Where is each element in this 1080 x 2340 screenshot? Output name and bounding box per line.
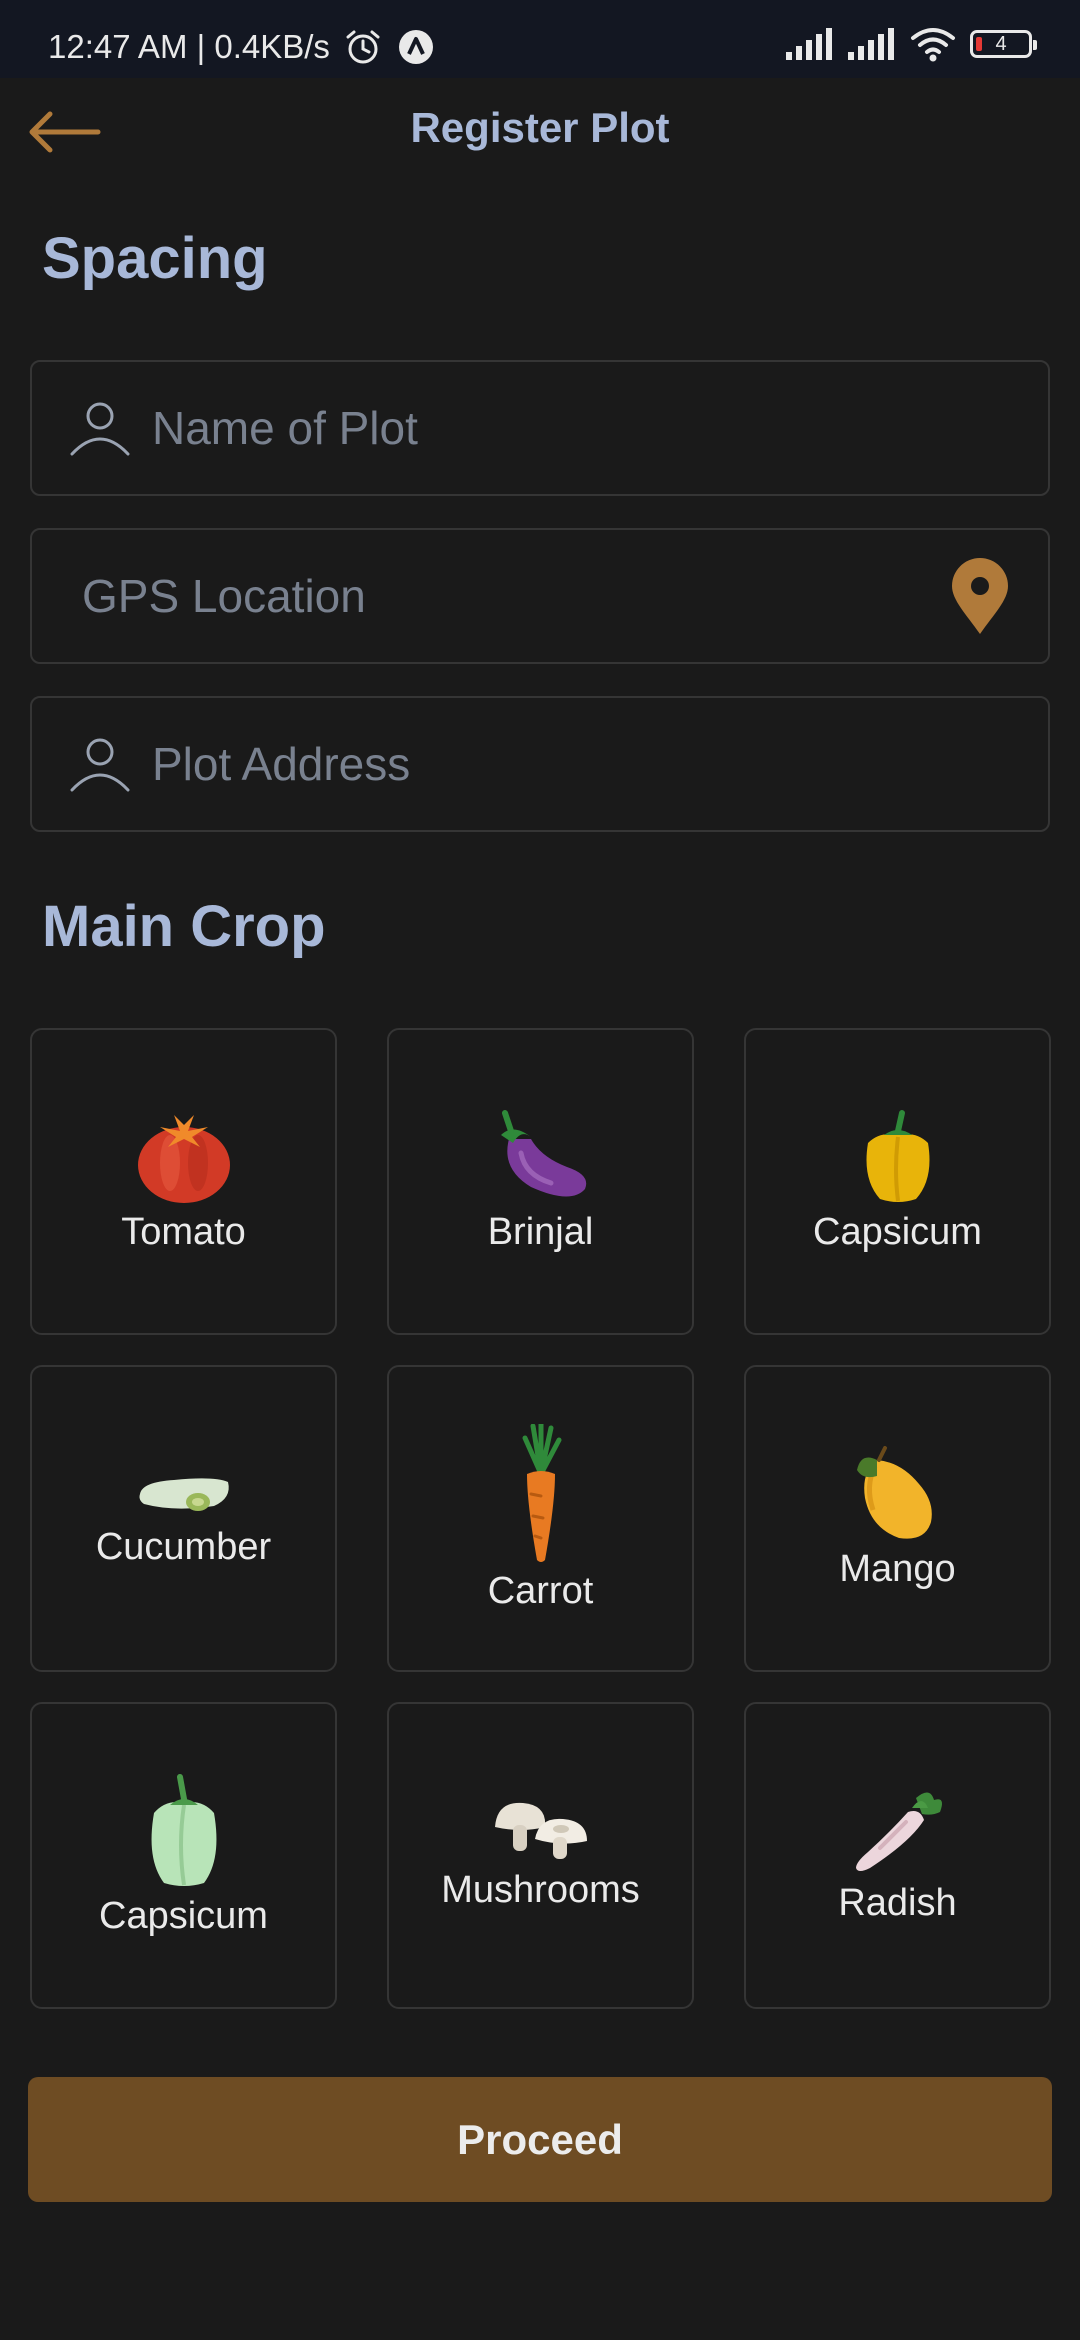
- crop-card-mushrooms[interactable]: Mushrooms: [387, 1702, 694, 2009]
- main-crop-section-title: Main Crop: [42, 894, 326, 959]
- crop-grid: Tomato Brinjal Capsicum Cucumber Carrot …: [30, 1028, 1051, 2009]
- app-header: Register Plot: [0, 78, 1080, 186]
- cucumber-icon: [139, 1478, 229, 1511]
- wifi-icon: [911, 28, 955, 62]
- crop-card-carrot[interactable]: Carrot: [387, 1365, 694, 1672]
- proceed-button[interactable]: Proceed: [28, 2077, 1052, 2202]
- plot-address-input[interactable]: [152, 737, 1048, 791]
- radish-icon: [855, 1792, 942, 1871]
- gps-location-input[interactable]: [82, 569, 948, 623]
- crop-card-capsicum-green[interactable]: Capsicum: [30, 1702, 337, 2009]
- crop-label: Cucumber: [95, 1526, 272, 1568]
- person-icon: [70, 402, 130, 456]
- app-notification-icon: [399, 30, 433, 64]
- crop-label: Carrot: [487, 1570, 594, 1612]
- crop-label: Capsicum: [99, 1895, 268, 1937]
- alarm-icon: [346, 30, 380, 64]
- crop-label: Tomato: [121, 1211, 246, 1253]
- crop-label: Brinjal: [487, 1211, 594, 1253]
- crop-label: Radish: [838, 1882, 957, 1924]
- crop-card-capsicum-yellow[interactable]: Capsicum: [744, 1028, 1051, 1335]
- mango-icon: [856, 1446, 932, 1539]
- crop-card-cucumber[interactable]: Cucumber: [30, 1365, 337, 1672]
- location-pin-icon[interactable]: [948, 556, 1012, 636]
- green-capsicum-icon: [151, 1774, 216, 1886]
- crop-card-mango[interactable]: Mango: [744, 1365, 1051, 1672]
- signal-icon: [848, 28, 894, 60]
- brinjal-icon: [500, 1110, 586, 1197]
- person-icon: [70, 738, 130, 792]
- gps-location-field[interactable]: [30, 528, 1050, 664]
- page-title: Register Plot: [410, 104, 670, 151]
- plot-name-input[interactable]: [152, 401, 1048, 455]
- crop-card-radish[interactable]: Radish: [744, 1702, 1051, 2009]
- yellow-capsicum-icon: [866, 1110, 929, 1202]
- battery-level: 4: [995, 32, 1007, 55]
- plot-name-field[interactable]: [30, 360, 1050, 496]
- signal-icon: [786, 28, 832, 60]
- crop-label: Mango: [839, 1548, 956, 1590]
- status-bar: 12:47 AM | 0.4KB/s 4: [0, 0, 1080, 78]
- crop-label: Capsicum: [813, 1211, 982, 1253]
- plot-address-field[interactable]: [30, 696, 1050, 832]
- spacing-section-title: Spacing: [42, 226, 268, 291]
- status-icons-right: 4: [786, 26, 1037, 62]
- crop-card-tomato[interactable]: Tomato: [30, 1028, 337, 1335]
- mushrooms-icon: [494, 1802, 587, 1859]
- crop-card-brinjal[interactable]: Brinjal: [387, 1028, 694, 1335]
- crop-label: Mushrooms: [441, 1869, 640, 1911]
- carrot-icon: [522, 1424, 561, 1562]
- tomato-icon: [137, 1115, 230, 1203]
- status-time: 12:47 AM | 0.4KB/s: [48, 28, 330, 65]
- status-icons-left: [343, 27, 435, 67]
- battery-icon: 4: [970, 30, 1037, 58]
